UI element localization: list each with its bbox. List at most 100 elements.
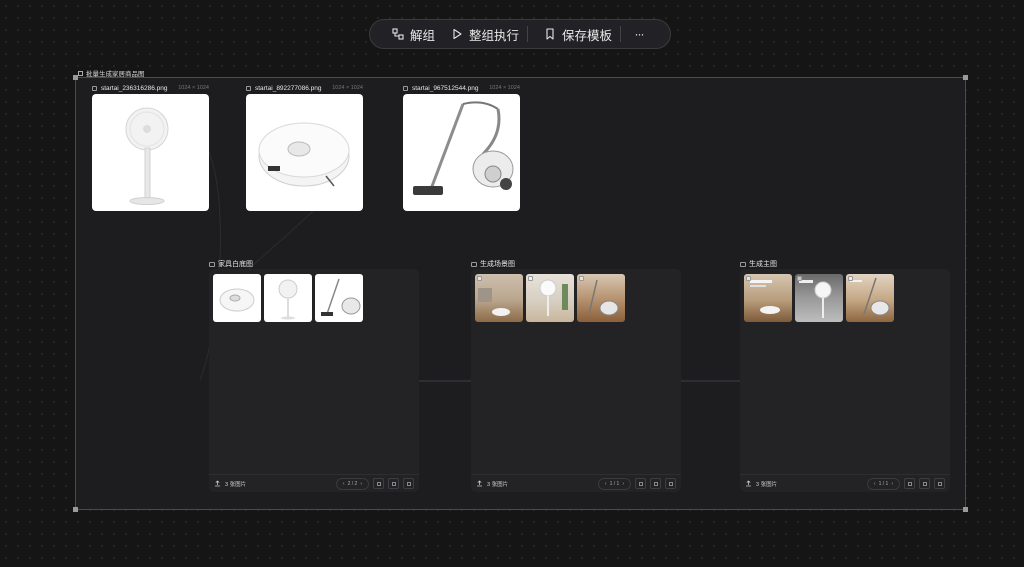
- result-thumbnail[interactable]: [846, 274, 894, 322]
- image-file-name: startai_236316286.png: [101, 84, 168, 92]
- page-indicator: 2 / 2: [347, 480, 358, 487]
- select-checkbox[interactable]: [848, 276, 853, 281]
- robot-vacuum-image: [258, 122, 350, 187]
- grid-view-button[interactable]: [373, 478, 384, 489]
- main-image-canister-vacuum: [850, 277, 890, 316]
- select-checkbox[interactable]: [797, 276, 802, 281]
- image-node-header: startai_236316286.png 1024 × 1024: [92, 83, 209, 93]
- image-node-canister-vacuum[interactable]: startai_967512544.png 1024 × 1024: [403, 83, 520, 211]
- robot-vacuum-thumb: [219, 288, 255, 312]
- next-page-icon[interactable]: ›: [360, 481, 362, 487]
- download-button[interactable]: [919, 478, 930, 489]
- select-checkbox[interactable]: [579, 276, 584, 281]
- image-file-name: startai_892277086.png: [255, 84, 322, 92]
- main-image-robot-vacuum: [750, 280, 780, 314]
- pagination[interactable]: ‹ 1 / 1 ›: [597, 477, 631, 490]
- pagination[interactable]: ‹ 1 / 1 ›: [866, 477, 900, 490]
- result-thumbnails: [744, 274, 894, 322]
- list-icon: [937, 481, 942, 486]
- image-file-name: startai_967512544.png: [412, 84, 479, 92]
- grid-view-button[interactable]: [635, 478, 646, 489]
- panel-title[interactable]: 家具白底图: [209, 259, 253, 269]
- result-thumbnail[interactable]: [795, 274, 843, 322]
- image-node-header: startai_892277086.png 1024 × 1024: [246, 83, 363, 93]
- download-icon: [391, 481, 396, 486]
- living-room-scene: [478, 288, 510, 316]
- download-button[interactable]: [650, 478, 661, 489]
- next-page-icon[interactable]: ›: [891, 481, 893, 487]
- list-view-button[interactable]: [403, 478, 414, 489]
- upload-button[interactable]: 3 张图片: [214, 480, 246, 488]
- image-node-robot-vacuum[interactable]: startai_892277086.png 1024 × 1024: [246, 83, 363, 211]
- image-count: 3 张图片: [487, 481, 509, 488]
- upload-icon: [746, 480, 751, 487]
- page-indicator: 1 / 1: [609, 480, 620, 487]
- image-node-header: startai_967512544.png 1024 × 1024: [403, 83, 520, 93]
- panel-main-images[interactable]: 3 张图片 ‹ 1 / 1 ›: [740, 269, 950, 492]
- download-icon: [653, 481, 658, 486]
- panel-scene-images[interactable]: 3 张图片 ‹ 1 / 1 ›: [471, 269, 681, 492]
- select-checkbox[interactable]: [528, 276, 533, 281]
- panel-icon: [740, 261, 746, 267]
- fan-scene: [539, 279, 568, 316]
- result-thumbnails: [213, 274, 363, 322]
- prev-page-icon[interactable]: ‹: [605, 481, 607, 487]
- next-page-icon[interactable]: ›: [622, 481, 624, 487]
- prev-page-icon[interactable]: ‹: [343, 481, 345, 487]
- image-count: 3 张图片: [756, 481, 778, 488]
- pagination[interactable]: ‹ 2 / 2 ›: [335, 477, 369, 490]
- list-view-button[interactable]: [934, 478, 945, 489]
- standing-fan-image: [125, 107, 169, 205]
- upload-icon: [215, 480, 220, 487]
- result-thumbnail[interactable]: [213, 274, 261, 322]
- result-thumbnail[interactable]: [744, 274, 792, 322]
- image-icon: [246, 85, 251, 91]
- panel-footer: 3 张图片 ‹ 1 / 1 ›: [740, 474, 950, 492]
- list-icon: [406, 481, 411, 486]
- grid-view-button[interactable]: [904, 478, 915, 489]
- grid-icon: [376, 481, 381, 486]
- select-checkbox[interactable]: [746, 276, 751, 281]
- standing-fan-thumb: [278, 279, 298, 320]
- panel-icon: [209, 261, 215, 267]
- download-button[interactable]: [388, 478, 399, 489]
- panel-title[interactable]: 生成主图: [740, 259, 777, 269]
- result-thumbnail[interactable]: [264, 274, 312, 322]
- image-preview[interactable]: [246, 94, 363, 211]
- image-preview[interactable]: [92, 94, 209, 211]
- canister-vacuum-image: [413, 101, 514, 195]
- result-thumbnail[interactable]: [526, 274, 574, 322]
- download-icon: [922, 481, 927, 486]
- image-preview[interactable]: [403, 94, 520, 211]
- panel-title-text: 生成主图: [749, 261, 777, 268]
- image-count: 3 张图片: [225, 481, 247, 488]
- page-indicator: 1 / 1: [878, 480, 889, 487]
- panel-title[interactable]: 生成场景图: [471, 259, 515, 269]
- image-icon: [403, 85, 408, 91]
- grid-icon: [907, 481, 912, 486]
- upload-button[interactable]: 3 张图片: [745, 480, 777, 488]
- image-icon: [92, 85, 97, 91]
- result-thumbnail[interactable]: [577, 274, 625, 322]
- grid-icon: [638, 481, 643, 486]
- list-view-button[interactable]: [665, 478, 676, 489]
- image-dimensions: 1024 × 1024: [489, 85, 520, 91]
- panel-title-text: 家具白底图: [218, 261, 253, 268]
- result-thumbnails: [475, 274, 625, 322]
- result-thumbnail[interactable]: [315, 274, 363, 322]
- vacuum-scene: [588, 279, 619, 316]
- panel-title-text: 生成场景图: [480, 261, 515, 268]
- panel-icon: [471, 261, 477, 267]
- image-dimensions: 1024 × 1024: [178, 85, 209, 91]
- panel-footer: 3 张图片 ‹ 2 / 2 ›: [209, 474, 419, 492]
- image-node-fan[interactable]: startai_236316286.png 1024 × 1024: [92, 83, 209, 211]
- result-thumbnail[interactable]: [475, 274, 523, 322]
- panel-white-background[interactable]: 3 张图片 ‹ 2 / 2 ›: [209, 269, 419, 492]
- prev-page-icon[interactable]: ‹: [874, 481, 876, 487]
- select-checkbox[interactable]: [477, 276, 482, 281]
- panel-footer: 3 张图片 ‹ 1 / 1 ›: [471, 474, 681, 492]
- image-dimensions: 1024 × 1024: [332, 85, 363, 91]
- list-icon: [668, 481, 673, 486]
- main-image-fan: [799, 280, 832, 318]
- upload-button[interactable]: 3 张图片: [476, 480, 508, 488]
